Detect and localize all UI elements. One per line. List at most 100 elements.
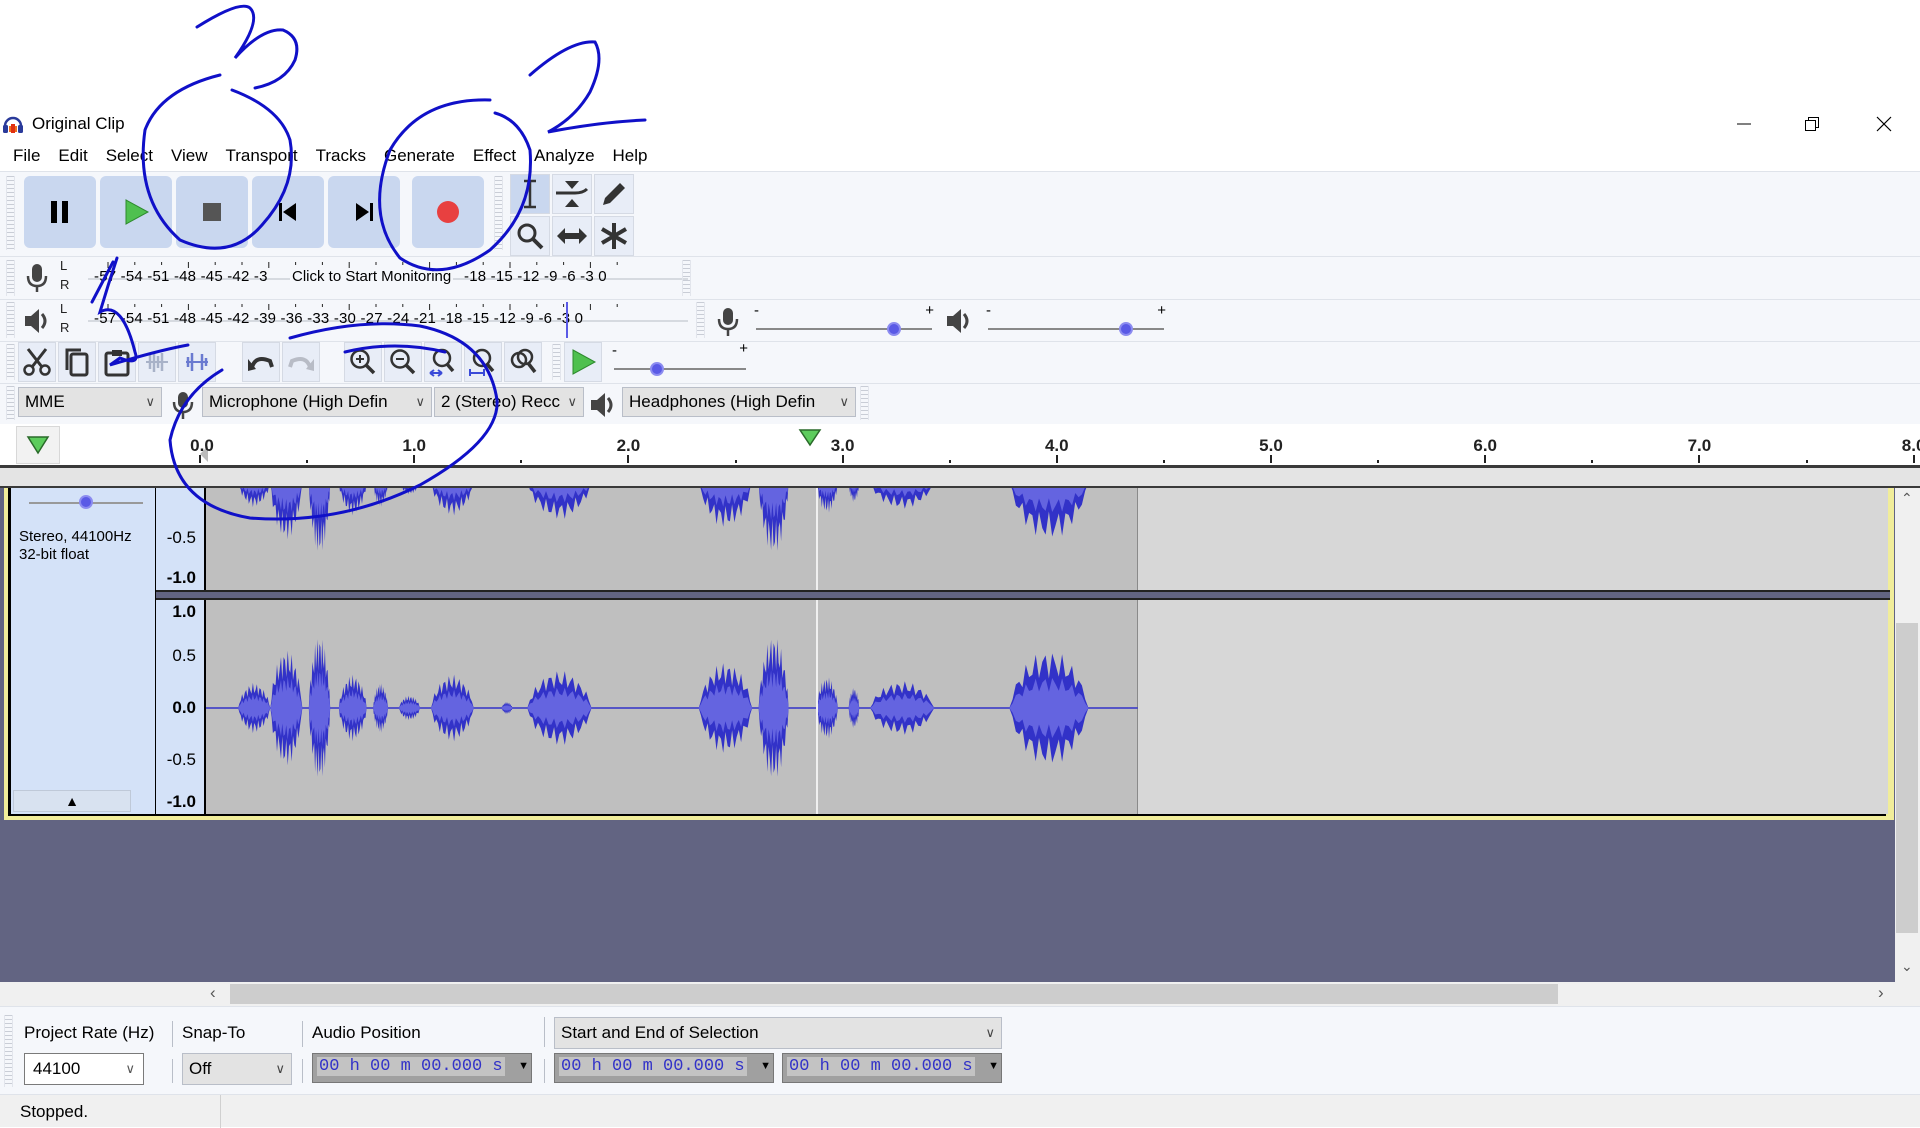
chevron-down-icon: ∨ [145, 394, 155, 409]
menu-analyze[interactable]: Analyze [525, 141, 603, 171]
close-button[interactable] [1856, 108, 1912, 140]
pause-button[interactable] [24, 176, 96, 248]
selection-start-field[interactable]: 00 h 00 m 00.000 s ▼ [554, 1053, 774, 1083]
menu-select[interactable]: Select [97, 141, 162, 171]
audio-host-select[interactable]: MME ∨ [18, 387, 162, 417]
scroll-up-icon[interactable]: ⌃ [1901, 490, 1913, 507]
cut-button[interactable] [18, 342, 56, 382]
menu-tracks[interactable]: Tracks [307, 141, 375, 171]
horizontal-scroll-thumb[interactable] [230, 984, 1558, 1004]
play-speed-min: - [612, 342, 617, 359]
project-rate-select[interactable]: 44100 ∨ [24, 1053, 144, 1085]
menu-help[interactable]: Help [604, 141, 657, 171]
play-at-speed-icon [572, 349, 597, 375]
track-control-panel[interactable]: Stereo, 44100Hz 32-bit float ▲ [11, 488, 155, 814]
right-channel-waveform[interactable] [206, 600, 1888, 814]
redo-button[interactable] [282, 342, 320, 382]
undo-button[interactable] [242, 342, 280, 382]
play-button[interactable] [100, 176, 172, 248]
record-meter[interactable]: -57 -54 -51 -48 -45 -42 -3 Click to Star… [74, 260, 694, 298]
zoom-toggle-button[interactable] [504, 342, 542, 382]
menu-transport[interactable]: Transport [217, 141, 307, 171]
record-button[interactable] [412, 176, 484, 248]
menu-view[interactable]: View [162, 141, 217, 171]
selection-toolbar-grip[interactable] [4, 1015, 13, 1087]
playback-device-select[interactable]: Headphones (High Defin ∨ [622, 387, 856, 417]
horizontal-scrollbar[interactable]: ‹ › [0, 982, 1920, 1006]
ruler-minor-tick [520, 460, 523, 463]
record-meter-scale: -57 -54 -51 -48 -45 -42 -3 [94, 268, 268, 285]
scroll-down-icon[interactable]: ⌄ [1901, 958, 1913, 975]
recording-channels-select[interactable]: 2 (Stereo) Recc ∨ [434, 387, 584, 417]
multi-tool-button[interactable] [594, 216, 634, 256]
tools-toolbar-grip[interactable] [494, 176, 503, 250]
menu-edit[interactable]: Edit [49, 141, 96, 171]
skip-to-end-button[interactable] [328, 176, 400, 248]
start-monitoring-hint[interactable]: Click to Start Monitoring [290, 268, 454, 285]
stop-button[interactable] [176, 176, 248, 248]
amplitude-ruler[interactable]: -0.5 -1.0 1.0 0.5 0.0 -0.5 -1.0 [156, 488, 204, 814]
record-volume-thumb[interactable] [887, 322, 902, 336]
ruler-label: 6.0 [1473, 436, 1498, 455]
record-volume-slider[interactable]: - + [754, 302, 934, 336]
mixer-microphone-icon [717, 308, 739, 336]
playback-volume-thumb[interactable] [1119, 322, 1134, 336]
play-position-marker[interactable] [798, 428, 822, 448]
audacity-window: Original Clip File Edit Select View Tran… [0, 0, 1920, 1128]
scroll-left-icon[interactable]: ‹ [210, 983, 216, 1003]
copy-button[interactable] [58, 342, 96, 382]
zoom-tool-button[interactable] [510, 216, 550, 256]
paste-button[interactable] [98, 342, 136, 382]
collapse-track-button[interactable]: ▲ [13, 790, 131, 812]
recording-device-select[interactable]: Microphone (High Defin ∨ [202, 387, 432, 417]
fit-selection-button[interactable] [424, 342, 462, 382]
draw-tool-button[interactable] [594, 174, 634, 214]
dropdown-arrow-icon[interactable]: ▼ [760, 1060, 771, 1072]
dropdown-arrow-icon[interactable]: ▼ [518, 1060, 529, 1072]
selection-mode-select[interactable]: Start and End of Selection ∨ [554, 1017, 1002, 1049]
playback-meter-grip[interactable] [6, 302, 15, 338]
timeline-options-button[interactable] [16, 426, 60, 464]
selection-end-field[interactable]: 00 h 00 m 00.000 s ▼ [782, 1053, 1002, 1083]
envelope-tool-button[interactable] [552, 174, 592, 214]
menu-file[interactable]: File [4, 141, 49, 171]
zoom-out-button[interactable] [384, 342, 422, 382]
edit-toolbar-grip[interactable] [6, 344, 15, 380]
pan-thumb[interactable] [79, 495, 93, 509]
scroll-right-icon[interactable]: › [1878, 983, 1884, 1003]
left-channel-waveform[interactable] [206, 488, 1888, 590]
magnifier-icon [517, 223, 544, 250]
vertical-scrollbar[interactable]: ⌃ ⌄ [1895, 488, 1920, 982]
playback-meter[interactable]: -57 -54 -51 -48 -45 -42 -39 -36 -33 -30 … [74, 302, 694, 340]
play-speed-thumb[interactable] [649, 362, 664, 376]
menu-effect[interactable]: Effect [464, 141, 525, 171]
trim-button[interactable] [138, 342, 176, 382]
minimize-button[interactable] [1716, 108, 1772, 140]
skip-to-start-button[interactable] [252, 176, 324, 248]
vertical-scroll-thumb[interactable] [1896, 623, 1918, 933]
playback-volume-slider[interactable]: - + [986, 302, 1166, 336]
transport-toolbar-grip[interactable] [6, 176, 15, 250]
silence-button[interactable] [178, 342, 216, 382]
device-toolbar-grip[interactable] [6, 386, 15, 420]
fit-project-button[interactable] [464, 342, 502, 382]
selection-tool-button[interactable] [510, 174, 550, 214]
play-speed-slider[interactable]: - + [612, 340, 748, 378]
menu-generate[interactable]: Generate [375, 141, 464, 171]
ruler-major-tick [1698, 455, 1701, 463]
timeshift-tool-button[interactable] [552, 216, 592, 256]
dropdown-arrow-icon[interactable]: ▼ [988, 1060, 999, 1072]
snap-to-select[interactable]: Off ∨ [182, 1053, 292, 1085]
annotation-number-3 [195, 4, 299, 90]
play-at-speed-button[interactable] [564, 342, 602, 382]
record-meter-grip[interactable] [6, 260, 15, 296]
play-at-speed-grip[interactable] [552, 344, 561, 380]
timeline-ruler[interactable]: 0.0 1.0 2.0 3.0 4.0 5.0 6.0 7.0 8.0 [0, 424, 1920, 468]
pan-slider[interactable] [29, 490, 143, 510]
restore-button[interactable] [1784, 108, 1840, 140]
ruler-minor-tick [1805, 460, 1808, 463]
mixer-toolbar-grip[interactable] [696, 302, 705, 338]
zoom-in-button[interactable] [344, 342, 382, 382]
audio-position-field[interactable]: 00 h 00 m 00.000 s ▼ [312, 1053, 532, 1083]
audio-track[interactable]: Stereo, 44100Hz 32-bit float ▲ -0.5 -1.0… [4, 488, 1894, 820]
